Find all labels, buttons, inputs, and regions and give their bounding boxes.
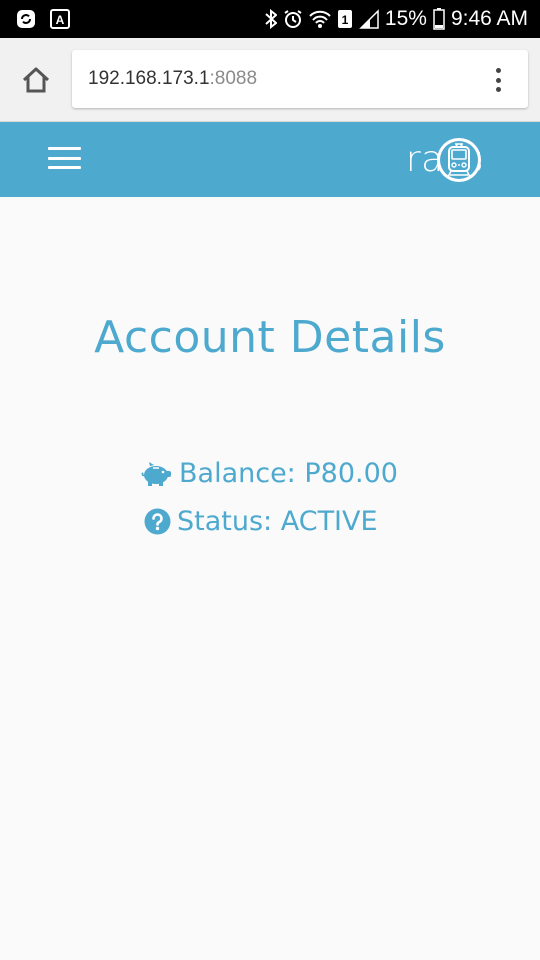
clock: 9:46 AM <box>450 7 528 30</box>
train-logo-icon <box>436 137 482 188</box>
home-button[interactable] <box>18 62 54 98</box>
wifi-icon <box>309 9 331 29</box>
sync-app-icon <box>16 9 36 29</box>
balance-row: Balance: P80.00 <box>141 458 398 489</box>
svg-text:A: A <box>56 13 65 27</box>
url-port: :8088 <box>209 68 258 89</box>
alarm-icon <box>283 9 303 29</box>
battery-percent: 15% <box>384 7 427 30</box>
piggy-bank-icon <box>141 461 173 487</box>
page-title: Account Details <box>94 312 446 363</box>
bluetooth-icon <box>265 9 277 29</box>
overflow-menu-icon[interactable] <box>488 68 508 92</box>
status-row: Status: ACTIVE <box>144 506 378 537</box>
sim-icon: 1 <box>337 9 353 29</box>
url-host: 192.168.173.1 <box>88 68 210 89</box>
signal-icon <box>359 9 379 29</box>
home-icon <box>22 67 50 93</box>
svg-text:1: 1 <box>342 13 349 27</box>
status-text: Status: ACTIVE <box>177 506 378 537</box>
battery-icon <box>433 8 445 30</box>
hamburger-menu-icon[interactable] <box>48 147 81 169</box>
address-bar[interactable]: 192.168.173.1:8088 <box>72 50 528 108</box>
translate-app-icon: A <box>50 9 70 29</box>
status-bar: A 1 15% 9:46 AM <box>0 0 540 38</box>
question-circle-icon <box>144 508 171 535</box>
browser-toolbar: 192.168.173.1:8088 <box>0 38 540 122</box>
balance-text: Balance: P80.00 <box>179 458 398 489</box>
